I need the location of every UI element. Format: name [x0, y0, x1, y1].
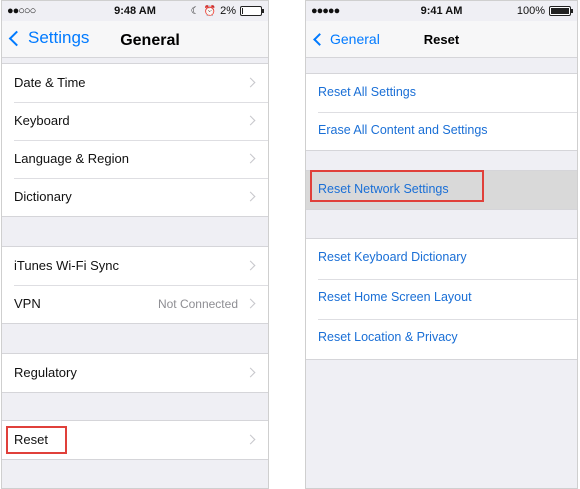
reset-screen: ●●●●● 9:41 AM 100% General Reset Reset A… — [305, 0, 578, 489]
reset-group: Reset Keyboard Dictionary Reset Home Scr… — [306, 238, 577, 360]
navigation-bar: Settings General — [2, 21, 268, 58]
row-label: Reset Network Settings — [318, 182, 449, 196]
settings-group: Date & Time Keyboard Language & Region D… — [2, 63, 268, 217]
reset-all-settings-button[interactable]: Reset All Settings — [306, 74, 577, 112]
settings-group: iTunes Wi-Fi Sync VPN Not Connected — [2, 246, 268, 324]
row-label: Dictionary — [14, 189, 72, 204]
row-label: Reset Keyboard Dictionary — [318, 250, 467, 264]
row-label: VPN — [14, 296, 41, 311]
page-title: Reset — [423, 32, 460, 47]
battery-percent: 100% — [516, 5, 545, 17]
chevron-right-icon — [245, 191, 256, 202]
moon-icon: ☾ — [190, 5, 200, 17]
settings-row-dictionary[interactable]: Dictionary — [2, 178, 268, 216]
reset-group: Reset Network Settings — [306, 170, 577, 210]
battery-icon — [240, 6, 264, 16]
settings-row-language-region[interactable]: Language & Region — [2, 140, 268, 178]
chevron-right-icon — [245, 77, 256, 88]
settings-row-regulatory[interactable]: Regulatory — [2, 354, 268, 392]
settings-row-keyboard[interactable]: Keyboard — [2, 102, 268, 140]
reset-network-settings-button[interactable]: Reset Network Settings — [306, 171, 577, 209]
settings-row-itunes-wifi-sync[interactable]: iTunes Wi-Fi Sync — [2, 247, 268, 285]
battery-icon — [549, 6, 573, 16]
chevron-right-icon — [245, 298, 256, 309]
chevron-right-icon — [245, 153, 256, 164]
chevron-right-icon — [245, 367, 256, 378]
general-settings-screen: ●●○○○ 9:48 AM ☾ ⏰ 2% Settings General Da… — [1, 0, 269, 489]
row-label: iTunes Wi-Fi Sync — [14, 258, 119, 273]
settings-row-date-time[interactable]: Date & Time — [2, 64, 268, 102]
status-indicators: 100% — [516, 5, 573, 17]
navigation-bar: General Reset — [306, 21, 577, 58]
status-bar: ●●●●● 9:41 AM 100% — [306, 1, 577, 21]
row-label: Date & Time — [14, 75, 86, 90]
row-label: Reset Home Screen Layout — [318, 290, 472, 304]
vpn-status: Not Connected — [157, 297, 238, 311]
status-bar: ●●○○○ 9:48 AM ☾ ⏰ 2% — [2, 1, 268, 21]
reset-group: Reset All Settings Erase All Content and… — [306, 73, 577, 151]
alarm-clock-icon: ⏰ — [203, 5, 217, 17]
chevron-right-icon — [245, 434, 256, 445]
settings-row-vpn[interactable]: VPN Not Connected — [2, 285, 268, 323]
row-label: Reset — [14, 432, 48, 447]
chevron-right-icon — [245, 115, 256, 126]
row-label: Erase All Content and Settings — [318, 123, 488, 137]
reset-location-privacy-button[interactable]: Reset Location & Privacy — [306, 319, 577, 359]
row-label: Regulatory — [14, 365, 77, 380]
status-indicators: ☾ ⏰ 2% — [190, 5, 264, 17]
row-label: Keyboard — [14, 113, 70, 128]
reset-home-screen-layout-button[interactable]: Reset Home Screen Layout — [306, 279, 577, 319]
battery-percent: 2% — [220, 5, 236, 17]
row-label: Language & Region — [14, 151, 129, 166]
page-title: General — [120, 32, 180, 49]
settings-group: Reset — [2, 420, 268, 460]
erase-all-content-button[interactable]: Erase All Content and Settings — [306, 112, 577, 150]
reset-keyboard-dictionary-button[interactable]: Reset Keyboard Dictionary — [306, 239, 577, 279]
settings-group: Regulatory — [2, 353, 268, 393]
row-label: Reset All Settings — [318, 85, 416, 99]
settings-row-reset[interactable]: Reset — [2, 421, 268, 459]
row-label: Reset Location & Privacy — [318, 330, 458, 344]
chevron-right-icon — [245, 260, 256, 271]
